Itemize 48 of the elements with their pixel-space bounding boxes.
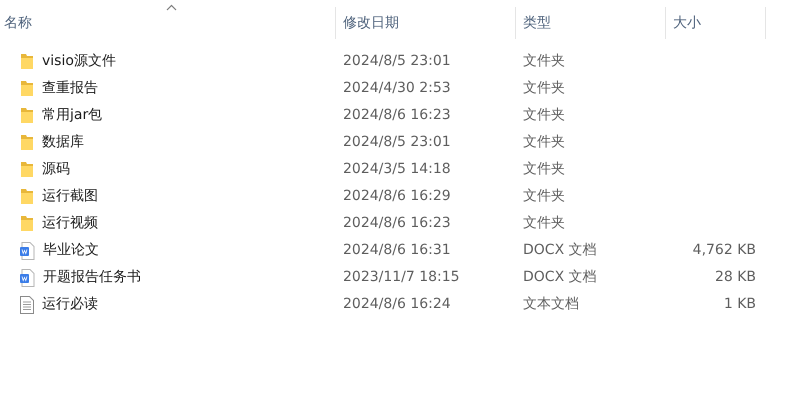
file-size: 4,762 KB	[692, 242, 756, 258]
folder-icon	[20, 53, 34, 70]
file-size: 28 KB	[714, 269, 756, 285]
file-name[interactable]: 开题报告任务书	[43, 267, 141, 288]
file-type: 文本文档	[523, 296, 579, 312]
document-icon	[20, 268, 35, 286]
folder-icon	[20, 134, 34, 151]
file-name[interactable]: 常用jar包	[42, 105, 102, 126]
modified-date: 2024/8/6 16:23	[343, 215, 451, 231]
folder-icon	[20, 107, 34, 124]
modified-date: 2024/8/6 16:24	[343, 296, 451, 312]
file-name[interactable]: 运行视频	[42, 213, 98, 234]
folder-icon	[20, 161, 34, 178]
file-type: DOCX 文档	[523, 269, 597, 285]
column-header[interactable]: 大小	[666, 7, 766, 39]
modified-date: 2024/8/6 16:23	[343, 107, 451, 123]
sort-caret-icon	[166, 4, 176, 11]
modified-date: 2024/3/5 14:18	[343, 161, 451, 177]
file-type: 文件夹	[523, 80, 565, 96]
file-name[interactable]: 运行截图	[42, 186, 98, 207]
file-name[interactable]: 数据库	[42, 132, 84, 153]
modified-date: 2024/8/6 16:31	[343, 242, 451, 258]
file-name[interactable]: 查重报告	[42, 78, 98, 99]
file-size: 1 KB	[724, 296, 756, 312]
column-header[interactable]: 名称	[0, 7, 336, 39]
file-name[interactable]: visio源文件	[42, 51, 116, 72]
file-type: 文件夹	[523, 215, 565, 231]
file-type: DOCX 文档	[523, 242, 597, 258]
document-icon	[20, 242, 35, 260]
text-file-icon	[20, 296, 34, 314]
folder-icon	[20, 80, 34, 97]
column-header[interactable]: 修改日期	[336, 7, 516, 39]
file-type: 文件夹	[523, 107, 565, 123]
file-type: 文件夹	[523, 134, 565, 150]
modified-date: 2024/8/5 23:01	[343, 53, 451, 69]
modified-date: 2024/8/6 16:29	[343, 188, 451, 204]
file-type: 文件夹	[523, 188, 565, 204]
file-name[interactable]: 毕业论文	[43, 240, 99, 261]
folder-icon	[20, 215, 34, 232]
folder-icon	[20, 188, 34, 205]
file-type: 文件夹	[523, 53, 565, 69]
modified-date: 2023/11/7 18:15	[343, 269, 460, 285]
file-name[interactable]: 运行必读	[42, 294, 98, 315]
modified-date: 2024/8/5 23:01	[343, 134, 451, 150]
file-type: 文件夹	[523, 161, 565, 177]
file-name[interactable]: 源码	[42, 159, 70, 180]
modified-date: 2024/4/30 2:53	[343, 80, 451, 96]
column-header[interactable]: 类型	[516, 7, 666, 39]
